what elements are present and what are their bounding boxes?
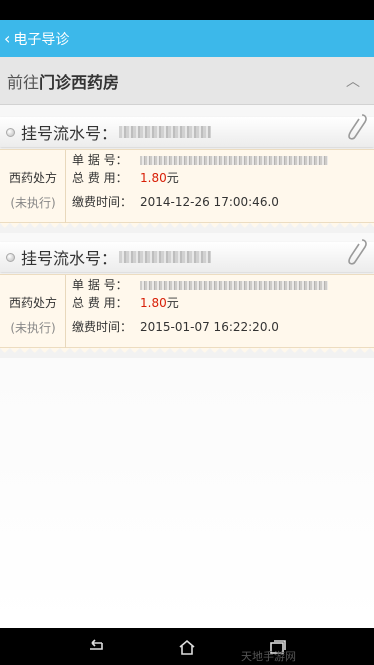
page-title: 电子导诊 [13,31,70,48]
pay-time-row: 缴费时间： 2014-12-26 17:00:46.0 [72,194,279,210]
receipt-label: 单 据 号： [72,153,128,167]
serial-label: 挂号流水号： [21,249,118,268]
destination-prefix: 前往 [7,72,40,92]
content-area: 前往 门诊西药房 ︿ 挂号流水号： 西药处方 (未执行) 单 据 号： 总 费 用… [0,57,374,628]
receipt-row: 单 据 号： [72,152,328,168]
execution-status: (未执行) [10,321,56,335]
torn-edge [0,223,374,233]
torn-edge [0,348,374,358]
card-title: 挂号流水号： [0,242,374,272]
fee-unit: 元 [166,171,179,185]
pay-time-value: 2015-01-07 16:22:20.0 [140,320,279,334]
fee-unit: 元 [166,296,179,310]
card-body: 西药处方 (未执行) 单 据 号： 总 费 用： 1.80元 缴费时间： 2014-… [0,149,374,224]
paperclip-icon [348,239,367,265]
pay-time-label: 缴费时间： [72,195,133,209]
status-bar [0,0,374,20]
system-nav-bar [0,628,374,665]
collapse-chevron-icon[interactable]: ︿ [346,71,360,91]
prescription-type: 西药处方 [8,296,57,310]
fee-row: 总 费 用： 1.80元 [72,170,179,186]
fee-label: 总 费 用： [72,296,128,310]
serial-redacted [119,251,212,263]
receipt-row: 单 据 号： [72,277,328,293]
fee-label: 总 费 用： [72,171,128,185]
app-bar: ‹ 电子导诊 [0,20,374,57]
serial-label: 挂号流水号： [21,124,118,143]
bullet-icon [6,252,15,262]
prescription-info: 西药处方 (未执行) [0,275,66,349]
pay-time-row: 缴费时间： 2015-01-07 16:22:20.0 [72,319,279,335]
fee-row: 总 费 用： 1.80元 [72,295,179,311]
serial-redacted [119,126,212,138]
execution-status: (未执行) [10,196,56,210]
receipt-redacted [140,281,328,290]
paperclip-icon [348,114,367,140]
nav-back-icon[interactable] [86,638,106,655]
back-icon[interactable]: ‹ [4,30,10,47]
destination-name: 门诊西药房 [39,72,120,92]
fee-amount: 1.80 [140,171,167,185]
receipt-redacted [140,156,328,165]
bullet-icon [6,127,15,137]
prescription-type: 西药处方 [8,171,57,185]
prescription-info: 西药处方 (未执行) [0,150,66,224]
pay-time-label: 缴费时间： [72,320,133,334]
card-title: 挂号流水号： [0,117,374,147]
watermark: 天地手游网 [241,650,296,663]
destination-header[interactable]: 前往 门诊西药房 ︿ [0,57,374,105]
nav-home-icon[interactable] [177,639,197,655]
fee-amount: 1.80 [140,296,167,310]
receipt-label: 单 据 号： [72,278,128,292]
card-body: 西药处方 (未执行) 单 据 号： 总 费 用： 1.80元 缴费时间： 2015-… [0,274,374,349]
pay-time-value: 2014-12-26 17:00:46.0 [140,195,279,209]
